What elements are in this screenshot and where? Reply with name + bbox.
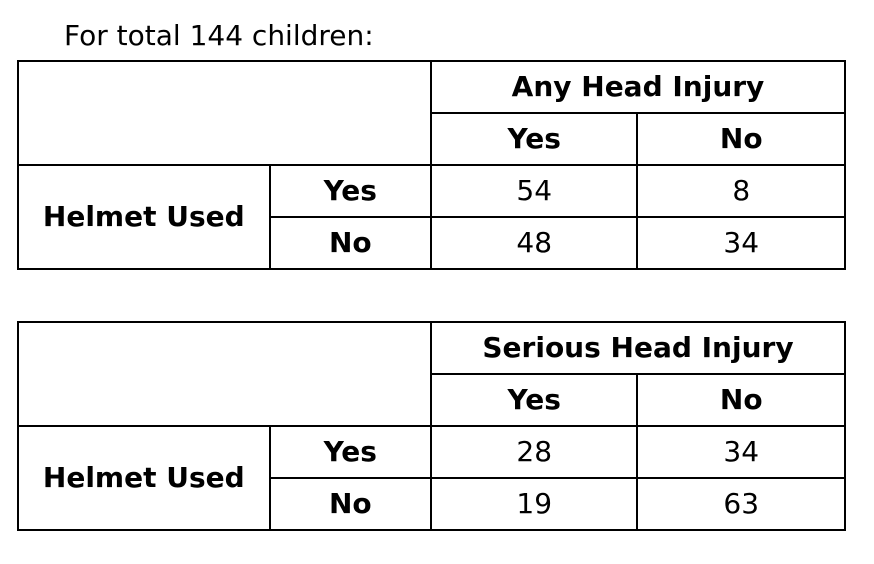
caption: For total 144 children: xyxy=(64,19,374,52)
cell-value: 34 xyxy=(636,216,846,270)
row-variable-label: Helmet Used xyxy=(17,425,271,531)
table-row: Helmet Used Yes 28 34 xyxy=(17,425,846,531)
table-header-row: Serious Head Injury xyxy=(17,321,847,427)
empty-corner-cell xyxy=(17,60,432,166)
outcome-level-no: No xyxy=(636,112,846,166)
row-label-yes: Yes xyxy=(268,164,432,218)
empty-corner-cell xyxy=(17,321,432,427)
serious-head-injury-table: Serious Head Injury Yes No Helmet Used Y… xyxy=(17,321,847,531)
row-variable-label: Helmet Used xyxy=(17,164,271,270)
cell-value: 8 xyxy=(636,164,846,218)
any-head-injury-table: Any Head Injury Yes No Helmet Used Yes 5… xyxy=(17,60,847,270)
row-label-no: No xyxy=(268,216,432,270)
outcome-header: Any Head Injury xyxy=(429,60,847,114)
table-row: Helmet Used Yes 54 8 xyxy=(17,164,846,270)
cell-value: 28 xyxy=(429,425,639,479)
row-label-yes: Yes xyxy=(268,425,432,479)
table-header-row: Any Head Injury xyxy=(17,60,847,166)
outcome-level-yes: Yes xyxy=(429,373,639,427)
cell-value: 34 xyxy=(636,425,846,479)
outcome-level-no: No xyxy=(636,373,846,427)
outcome-level-yes: Yes xyxy=(429,112,639,166)
cell-value: 54 xyxy=(429,164,639,218)
outcome-header: Serious Head Injury xyxy=(429,321,847,375)
cell-value: 63 xyxy=(636,477,846,531)
cell-value: 19 xyxy=(429,477,639,531)
cell-value: 48 xyxy=(429,216,639,270)
row-label-no: No xyxy=(268,477,432,531)
